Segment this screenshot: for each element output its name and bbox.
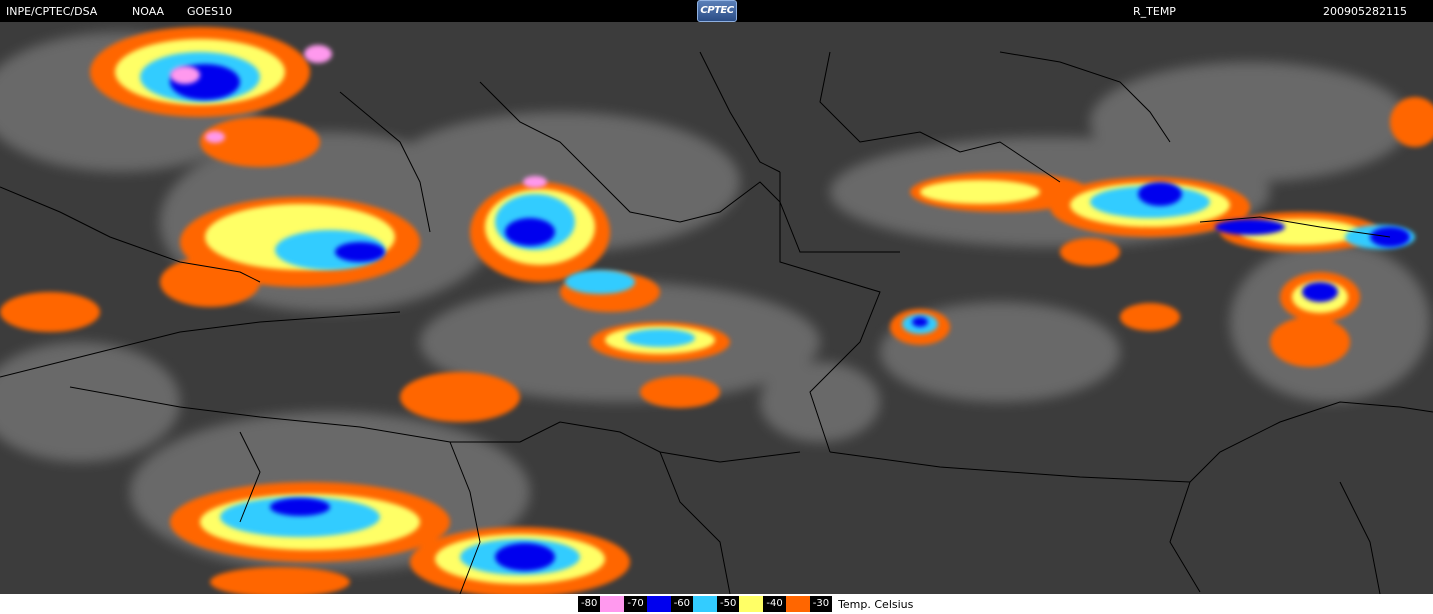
legend-swatch bbox=[646, 596, 671, 612]
legend-swatch bbox=[693, 596, 718, 612]
legend-label: -40 bbox=[763, 596, 786, 612]
timestamp-label: 200905282115 bbox=[1323, 5, 1407, 18]
product-label: R_TEMP bbox=[1133, 5, 1176, 18]
legend-label: -30 bbox=[809, 596, 833, 612]
legend-swatch bbox=[739, 596, 764, 612]
map-canvas bbox=[0, 27, 1433, 594]
source-label: INPE/CPTEC/DSA bbox=[6, 5, 98, 18]
legend-label: -70 bbox=[624, 596, 647, 612]
header-bar: INPE/CPTEC/DSA NOAA GOES10 CPTEC R_TEMP … bbox=[0, 0, 1433, 22]
legend-swatch bbox=[785, 596, 810, 612]
satellite-map bbox=[0, 22, 1433, 594]
legend-label: -50 bbox=[717, 596, 740, 612]
legend-label: -80 bbox=[578, 596, 601, 612]
agency-label: NOAA bbox=[132, 5, 165, 18]
legend-unit: Temp. Celsius bbox=[838, 597, 914, 611]
legend-swatch bbox=[600, 596, 625, 612]
cptec-logo: CPTEC bbox=[697, 0, 737, 22]
legend-label: -60 bbox=[670, 596, 694, 612]
satellite-label: GOES10 bbox=[187, 5, 233, 18]
temperature-legend: -80 -70 -60 -50 -40 -30 Temp. Celsius bbox=[578, 596, 913, 612]
